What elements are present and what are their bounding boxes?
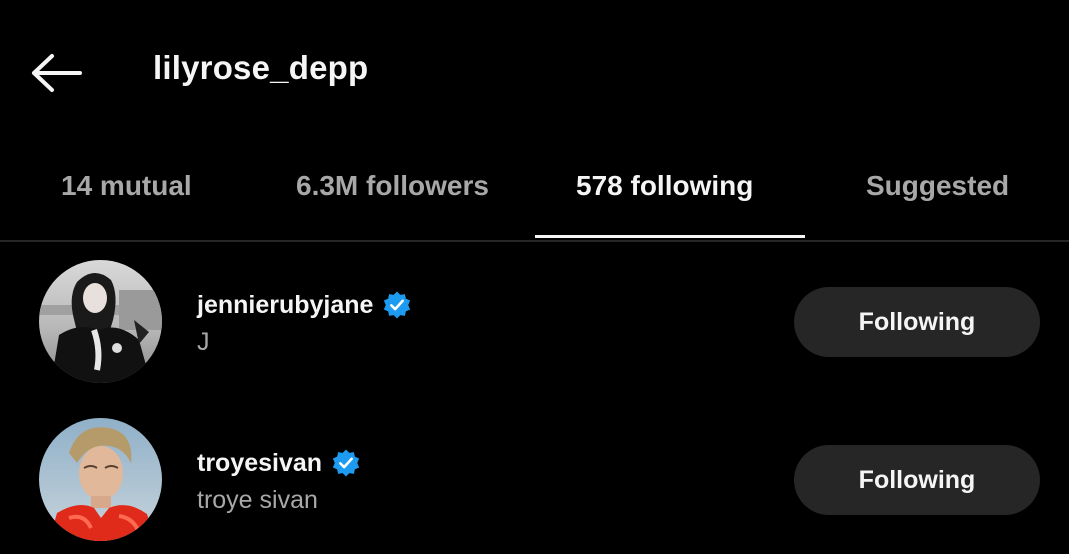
- screen: lilyrose_depp 14 mutual 6.3M followers 5…: [0, 0, 1069, 554]
- list-item: troyesivan troye sivan Following: [0, 416, 1069, 546]
- username: jennierubyjane: [197, 290, 374, 319]
- tab-mutual[interactable]: 14 mutual: [61, 170, 192, 202]
- avatar[interactable]: [39, 418, 162, 541]
- avatar-image: [39, 260, 162, 383]
- verified-badge-icon: [332, 449, 360, 477]
- verified-badge-icon: [384, 291, 411, 319]
- username-link[interactable]: jennierubyjane: [197, 290, 412, 320]
- full-name: troye sivan: [197, 486, 318, 514]
- page-title: lilyrose_depp: [153, 49, 369, 86]
- arrow-left-icon: [32, 54, 82, 92]
- tab-bar: 14 mutual 6.3M followers 578 following S…: [0, 150, 1069, 242]
- active-tab-indicator: [535, 235, 805, 238]
- full-name: J: [197, 328, 210, 356]
- tab-suggested[interactable]: Suggested: [866, 170, 1009, 202]
- avatar-image: [39, 418, 162, 541]
- username: troyesivan: [197, 448, 323, 477]
- back-button[interactable]: [26, 50, 86, 96]
- username-link[interactable]: troyesivan: [197, 448, 361, 478]
- following-button[interactable]: Following: [794, 445, 1040, 515]
- avatar[interactable]: [39, 260, 162, 383]
- tab-followers[interactable]: 6.3M followers: [296, 170, 489, 202]
- tab-following[interactable]: 578 following: [576, 170, 753, 202]
- list-item: jennierubyjane J Following: [0, 258, 1069, 388]
- following-button[interactable]: Following: [794, 287, 1040, 357]
